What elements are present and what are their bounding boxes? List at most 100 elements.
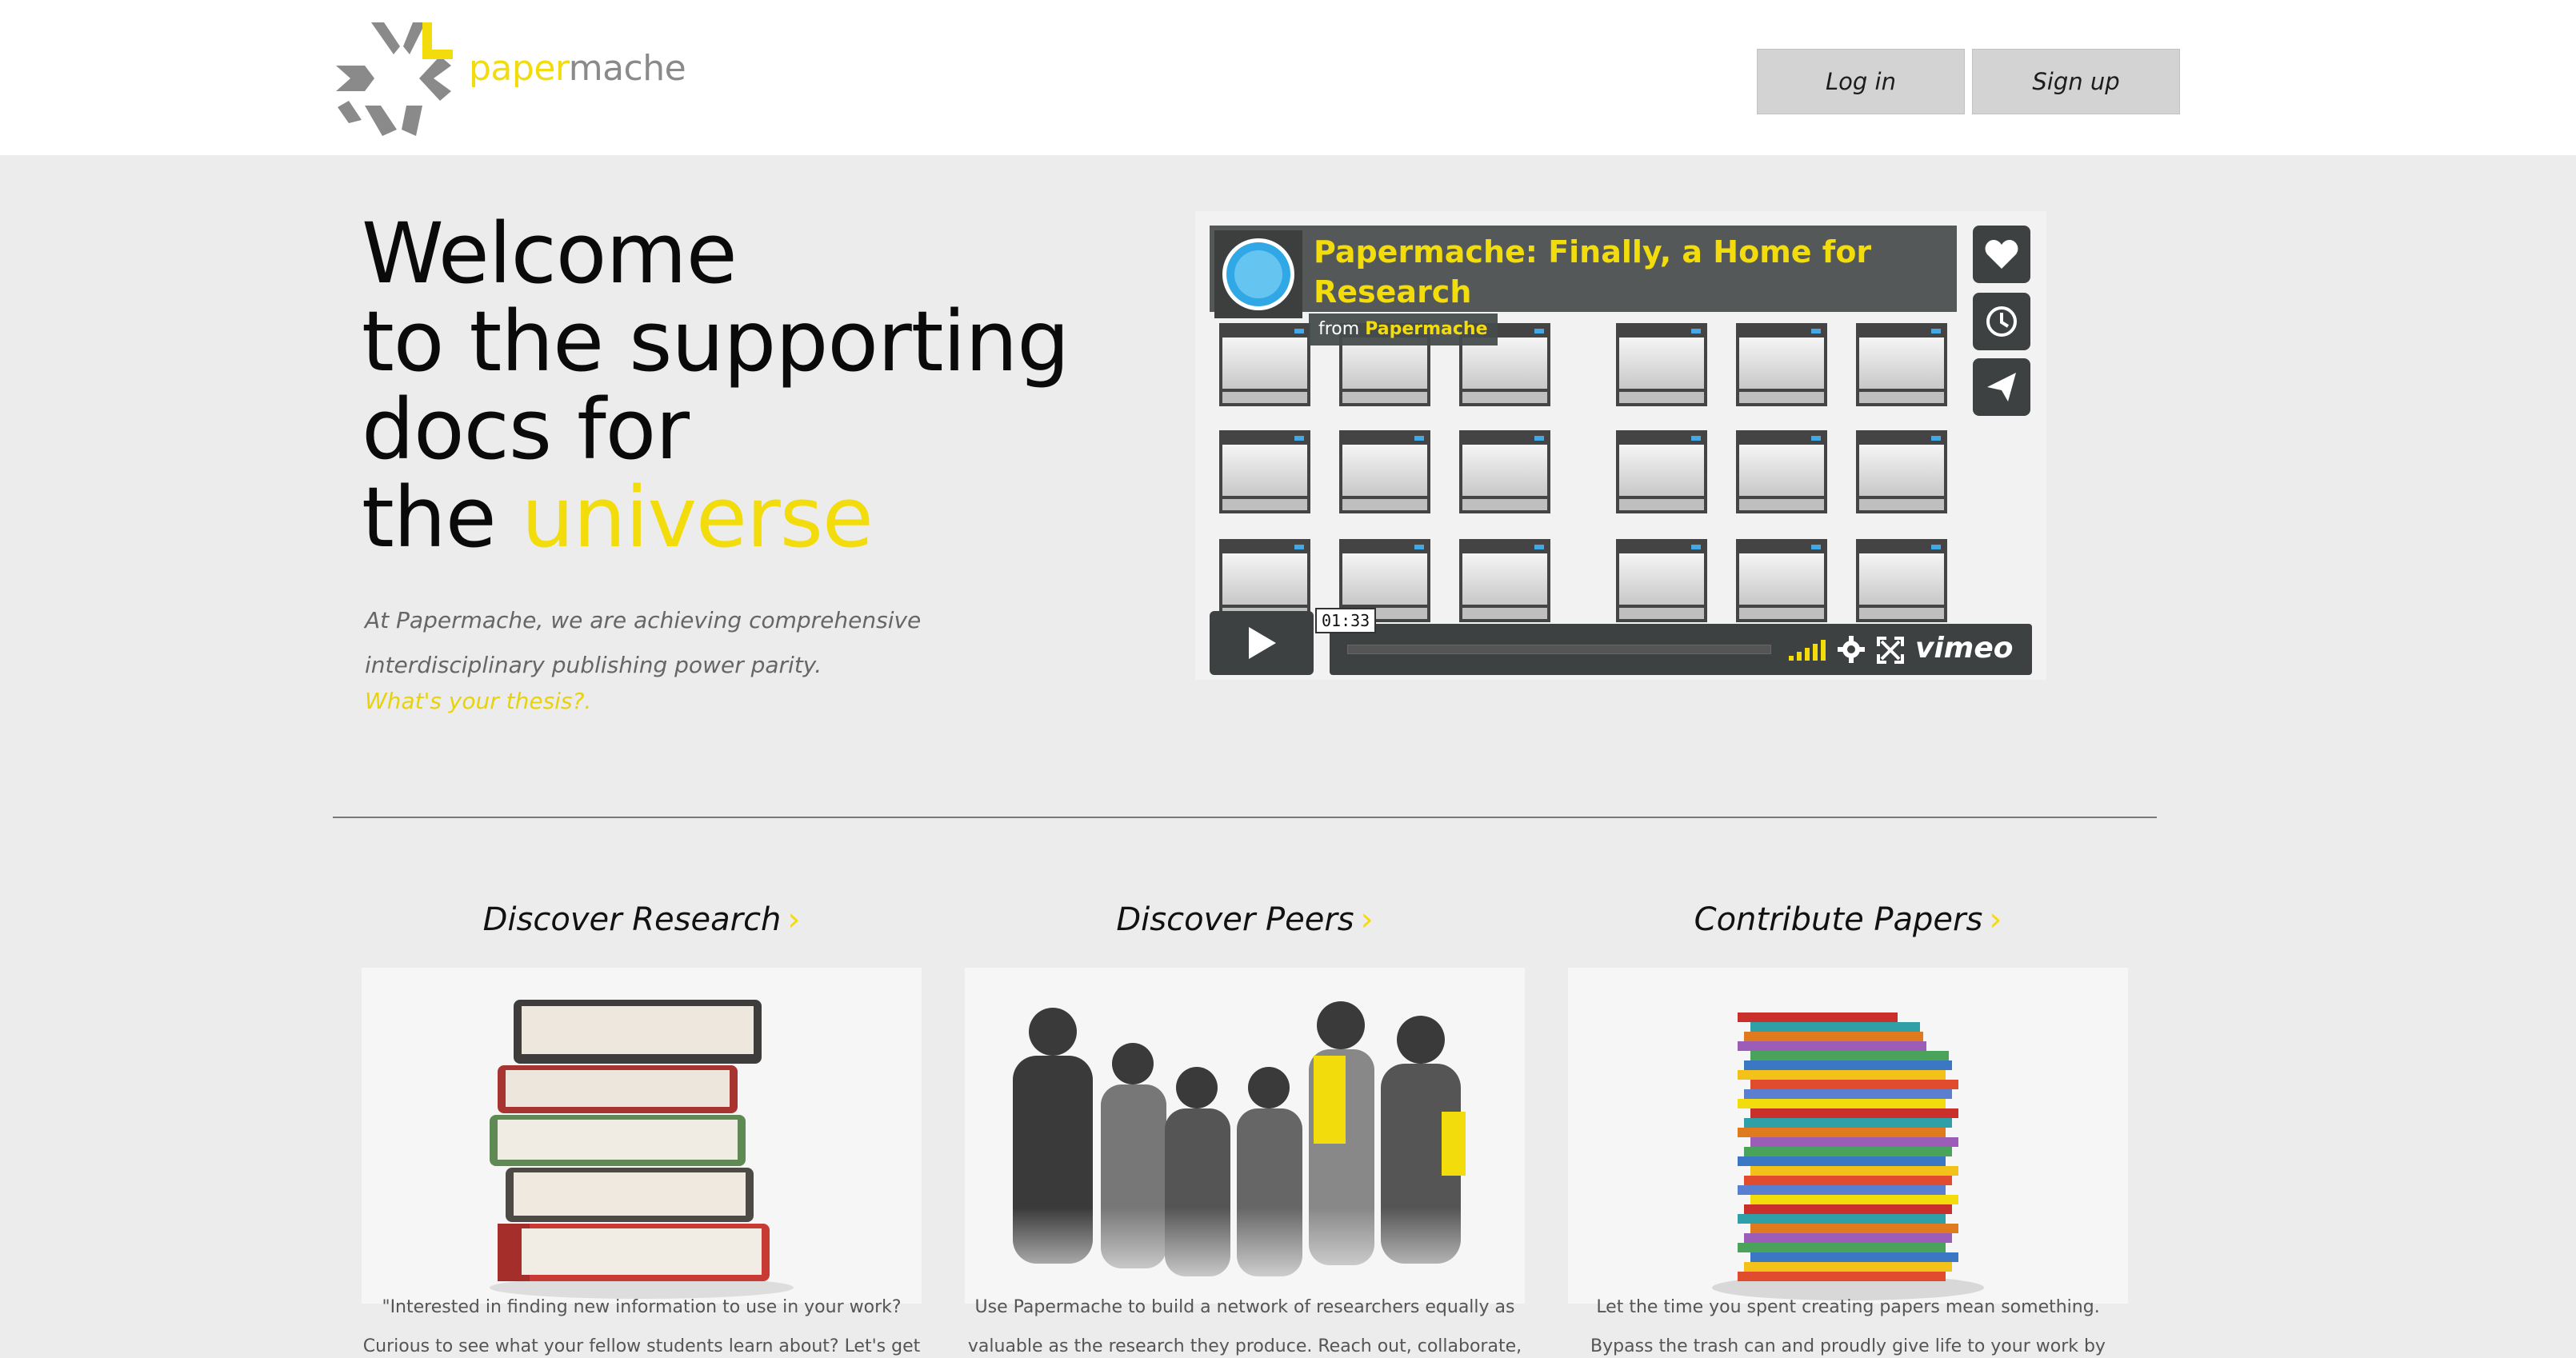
volume-icon[interactable]	[1787, 640, 1826, 661]
books-illustration	[490, 1000, 794, 1299]
discover-peers-link[interactable]: Discover Peers ›	[965, 888, 1525, 952]
folder-layer	[1744, 1176, 1952, 1185]
fullscreen-icon[interactable]	[1877, 637, 1904, 664]
folder-layer	[1738, 1214, 1946, 1224]
chevron-right-icon: ›	[1989, 901, 2002, 938]
window-icon	[1616, 323, 1707, 406]
video-thumbnail	[1219, 323, 2003, 635]
window-icon	[1616, 539, 1707, 622]
folder-layer	[1750, 1166, 1958, 1176]
vimeo-logo[interactable]: vimeo	[1915, 632, 2013, 665]
folder-layer	[1744, 1233, 1952, 1243]
brand-name-part2: mache	[568, 48, 686, 89]
folder-layer	[1744, 1060, 1952, 1070]
clock-icon	[1986, 306, 2017, 337]
folder-layer	[1750, 1137, 1958, 1147]
hero-line-4: the universe	[362, 473, 1069, 561]
thesis-link[interactable]: What's your thesis?.	[365, 688, 591, 714]
video-from-name: Papermache	[1365, 319, 1488, 339]
folder-layer	[1738, 1099, 1946, 1108]
hero-description: At Papermache, we are achieving comprehe…	[365, 607, 922, 678]
hero-line-3: docs for	[362, 381, 690, 478]
progress-track[interactable]	[1347, 645, 1771, 654]
folder-layer	[1738, 1128, 1946, 1137]
folder-layer	[1738, 1185, 1946, 1195]
feature-heading-text: Contribute Papers	[1694, 901, 1983, 938]
hero-line-2: to the supporting	[362, 293, 1070, 390]
window-icon	[1856, 323, 1947, 406]
chevron-right-icon: ›	[1360, 901, 1374, 938]
folder-layer	[1750, 1195, 1958, 1204]
window-icon	[1219, 323, 1310, 406]
feature-description: "Interested in finding new information t…	[362, 1297, 921, 1356]
folder-layer	[1744, 1089, 1952, 1099]
avatar-face-icon	[1234, 250, 1282, 298]
feature-contribute-papers: Contribute Papers › Let the time you spen…	[1568, 888, 2128, 1356]
group-of-people-image	[965, 968, 1525, 1304]
folder-layer	[1750, 1108, 1958, 1118]
folder-layer	[1750, 1252, 1958, 1262]
window-icon	[1736, 539, 1827, 622]
folders-illustration	[1712, 1013, 1984, 1300]
window-icon	[1856, 539, 1947, 622]
heart-icon	[1985, 240, 2018, 269]
video-player[interactable]: Papermache: Finally, a Home for Research…	[1195, 211, 2046, 680]
folder-layer	[1744, 1118, 1952, 1128]
window-icon	[1459, 539, 1550, 622]
feature-description: Use Papermache to build a network of res…	[967, 1297, 1522, 1356]
window-icon	[1339, 430, 1430, 513]
window-icon	[1616, 430, 1707, 513]
settings-gear-icon[interactable]	[1837, 635, 1866, 664]
folder-layer	[1750, 1022, 1920, 1032]
section-divider	[333, 817, 2157, 818]
signup-button[interactable]: Sign up	[1972, 49, 2180, 114]
like-button[interactable]	[1973, 226, 2030, 283]
channel-avatar[interactable]	[1214, 230, 1302, 318]
window-icon	[1856, 430, 1947, 513]
folder-layer	[1738, 1070, 1946, 1080]
people-illustration	[965, 1001, 1525, 1304]
folder-layer	[1744, 1204, 1952, 1214]
video-controls: vimeo	[1330, 624, 2032, 675]
folder-layer	[1738, 1013, 1898, 1022]
video-from[interactable]: from Papermache	[1309, 314, 1498, 345]
feature-discover-research: Discover Research › "Interested in findin…	[362, 888, 922, 1356]
hero-line-4-prefix: the	[362, 469, 522, 566]
hero-line-1: Welcome	[362, 205, 738, 302]
watch-later-button[interactable]	[1973, 293, 2030, 350]
folder-layer	[1738, 1041, 1926, 1051]
folder-layer	[1744, 1147, 1952, 1156]
stack-of-folders-image	[1568, 968, 2128, 1304]
contribute-papers-link[interactable]: Contribute Papers ›	[1568, 888, 2128, 952]
login-button[interactable]: Log in	[1757, 49, 1965, 114]
window-icon	[1736, 430, 1827, 513]
send-icon	[1987, 373, 2016, 401]
site-header: papermache Log in Sign up	[0, 0, 2576, 155]
folder-layer	[1738, 1243, 1946, 1252]
brand-name[interactable]: papermache	[469, 48, 686, 89]
brand-name-part1: paper	[469, 48, 569, 89]
hero-accent-word: universe	[521, 469, 874, 566]
feature-description: Let the time you spent creating papers m…	[1590, 1297, 2106, 1356]
folder-layer	[1738, 1272, 1946, 1281]
window-icon	[1339, 539, 1430, 622]
folder-layer	[1738, 1156, 1946, 1166]
window-icon	[1219, 430, 1310, 513]
chevron-right-icon: ›	[787, 901, 801, 938]
folder-layer	[1750, 1224, 1958, 1233]
hero-title: Welcome to the supporting docs for the u…	[362, 205, 1070, 561]
stack-of-books-image	[362, 968, 922, 1304]
feature-heading-text: Discover Peers	[1116, 901, 1354, 938]
folder-layer	[1744, 1262, 1952, 1272]
video-time: 01:33	[1315, 608, 1377, 633]
discover-research-link[interactable]: Discover Research ›	[362, 888, 922, 952]
video-from-label: from	[1318, 319, 1360, 339]
window-icon	[1459, 430, 1550, 513]
video-title[interactable]: Papermache: Finally, a Home for Research	[1314, 232, 1938, 312]
play-button[interactable]	[1210, 611, 1314, 675]
folder-layer	[1744, 1032, 1923, 1041]
folder-layer	[1750, 1080, 1958, 1089]
folder-layer	[1750, 1051, 1949, 1060]
window-icon	[1219, 539, 1310, 622]
share-button[interactable]	[1973, 358, 2030, 416]
